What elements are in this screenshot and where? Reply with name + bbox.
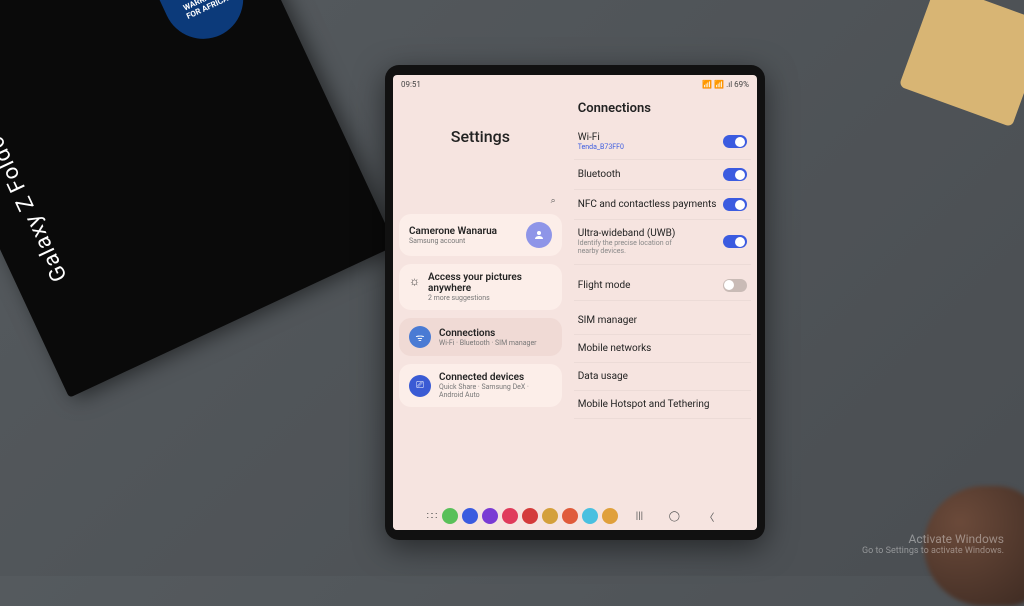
item-title: Connections: [439, 328, 537, 339]
product-name: Galaxy Z Fold6: [0, 131, 73, 285]
watermark-sub: Go to Settings to activate Windows.: [862, 546, 1004, 556]
toggle[interactable]: [723, 235, 747, 248]
clock: 09:51: [401, 80, 421, 89]
battery-level: 69%: [734, 80, 749, 89]
row-title: NFC and contactless payments: [578, 199, 717, 210]
back-button[interactable]: 〈: [695, 509, 723, 524]
toggle[interactable]: [723, 168, 747, 181]
row-ultra-wideband-uwb-[interactable]: Ultra-wideband (UWB)Identify the precise…: [574, 220, 751, 265]
app-icon[interactable]: [502, 508, 518, 524]
page-title: Settings: [399, 127, 562, 146]
row-wi-fi[interactable]: Wi-FiTenda_B73FF0: [574, 124, 751, 160]
row-title: Wi-Fi: [578, 132, 624, 143]
suggestion-sub: 2 more suggestions: [428, 294, 552, 302]
row-data-usage[interactable]: Data usage: [574, 363, 751, 391]
suggestion-card[interactable]: ☼ Access your pictures anywhere 2 more s…: [399, 264, 562, 310]
toggle[interactable]: [723, 198, 747, 211]
item-icon: ⎚: [409, 375, 431, 397]
row-sim-manager[interactable]: SIM manager: [574, 307, 751, 335]
row-title: Ultra-wideband (UWB): [578, 228, 688, 239]
settings-item-connections[interactable]: ᯤ Connections Wi-Fi · Bluetooth · SIM ma…: [399, 318, 562, 356]
avatar: [526, 222, 552, 248]
account-name: Camerone Wanarua: [409, 226, 497, 237]
settings-detail: Connections Wi-FiTenda_B73FF0 Bluetooth NF…: [568, 93, 757, 502]
row-title: Data usage: [578, 371, 628, 382]
row-bluetooth[interactable]: Bluetooth: [574, 160, 751, 190]
item-icon: ᯤ: [409, 326, 431, 348]
row-sub: Identify the precise location of nearby …: [578, 239, 688, 256]
screen: 09:51 📶 📶 .ıl 69% Settings ⌕ Camerone Wa…: [393, 75, 757, 530]
row-title: Bluetooth: [578, 169, 621, 180]
row-title: SIM manager: [578, 315, 637, 326]
row-flight-mode[interactable]: Flight mode: [574, 271, 751, 301]
row-mobile-networks[interactable]: Mobile networks: [574, 335, 751, 363]
product-box: 24 MONTH WARRANTY FOR AFRICA Galaxy Z Fo…: [0, 0, 396, 398]
status-right: 📶 📶 .ıl 69%: [702, 80, 749, 89]
watermark-title: Activate Windows: [862, 532, 1004, 546]
app-icon[interactable]: [602, 508, 618, 524]
wooden-block: [899, 0, 1024, 127]
item-sub: Quick Share · Samsung DeX · Android Auto: [439, 383, 552, 399]
home-button[interactable]: ◯: [660, 511, 688, 522]
bulb-icon: ☼: [409, 274, 420, 288]
row-title: Mobile Hotspot and Tethering: [578, 399, 710, 410]
app-icon[interactable]: [482, 508, 498, 524]
settings-item-connected-devices[interactable]: ⎚ Connected devices Quick Share · Samsun…: [399, 364, 562, 407]
account-card[interactable]: Camerone Wanarua Samsung account: [399, 214, 562, 256]
account-sub: Samsung account: [409, 237, 497, 245]
app-icon[interactable]: [562, 508, 578, 524]
status-bar: 09:51 📶 📶 .ıl 69%: [393, 75, 757, 93]
item-sub: Wi-Fi · Bluetooth · SIM manager: [439, 339, 537, 347]
apps-icon[interactable]: ∷∷: [427, 511, 436, 522]
detail-title: Connections: [578, 101, 751, 116]
row-sub: Tenda_B73FF0: [578, 143, 624, 151]
search-button[interactable]: ⌕: [399, 196, 562, 206]
device-frame: 09:51 📶 📶 .ıl 69% Settings ⌕ Camerone Wa…: [385, 65, 765, 540]
row-title: Mobile networks: [578, 343, 652, 354]
item-title: Connected devices: [439, 372, 552, 383]
app-icon[interactable]: [462, 508, 478, 524]
row-title: Flight mode: [578, 280, 631, 291]
app-icon[interactable]: [442, 508, 458, 524]
app-icon[interactable]: [582, 508, 598, 524]
search-icon: ⌕: [551, 196, 556, 206]
toggle[interactable]: [723, 279, 747, 292]
watermark: Activate Windows Go to Settings to activ…: [862, 532, 1004, 556]
app-icon[interactable]: [542, 508, 558, 524]
warranty-badge: 24 MONTH WARRANTY FOR AFRICA: [146, 0, 257, 52]
settings-master: Settings ⌕ Camerone Wanarua Samsung acco…: [393, 93, 568, 502]
nav-bar: ∷∷ ||| ◯ 〈: [393, 502, 757, 530]
row-mobile-hotspot-and-tethering[interactable]: Mobile Hotspot and Tethering: [574, 391, 751, 419]
recents-button[interactable]: |||: [625, 511, 653, 522]
toggle[interactable]: [723, 135, 747, 148]
suggestion-title: Access your pictures anywhere: [428, 272, 552, 294]
row-nfc-and-contactless-payments[interactable]: NFC and contactless payments: [574, 190, 751, 220]
app-icon[interactable]: [522, 508, 538, 524]
